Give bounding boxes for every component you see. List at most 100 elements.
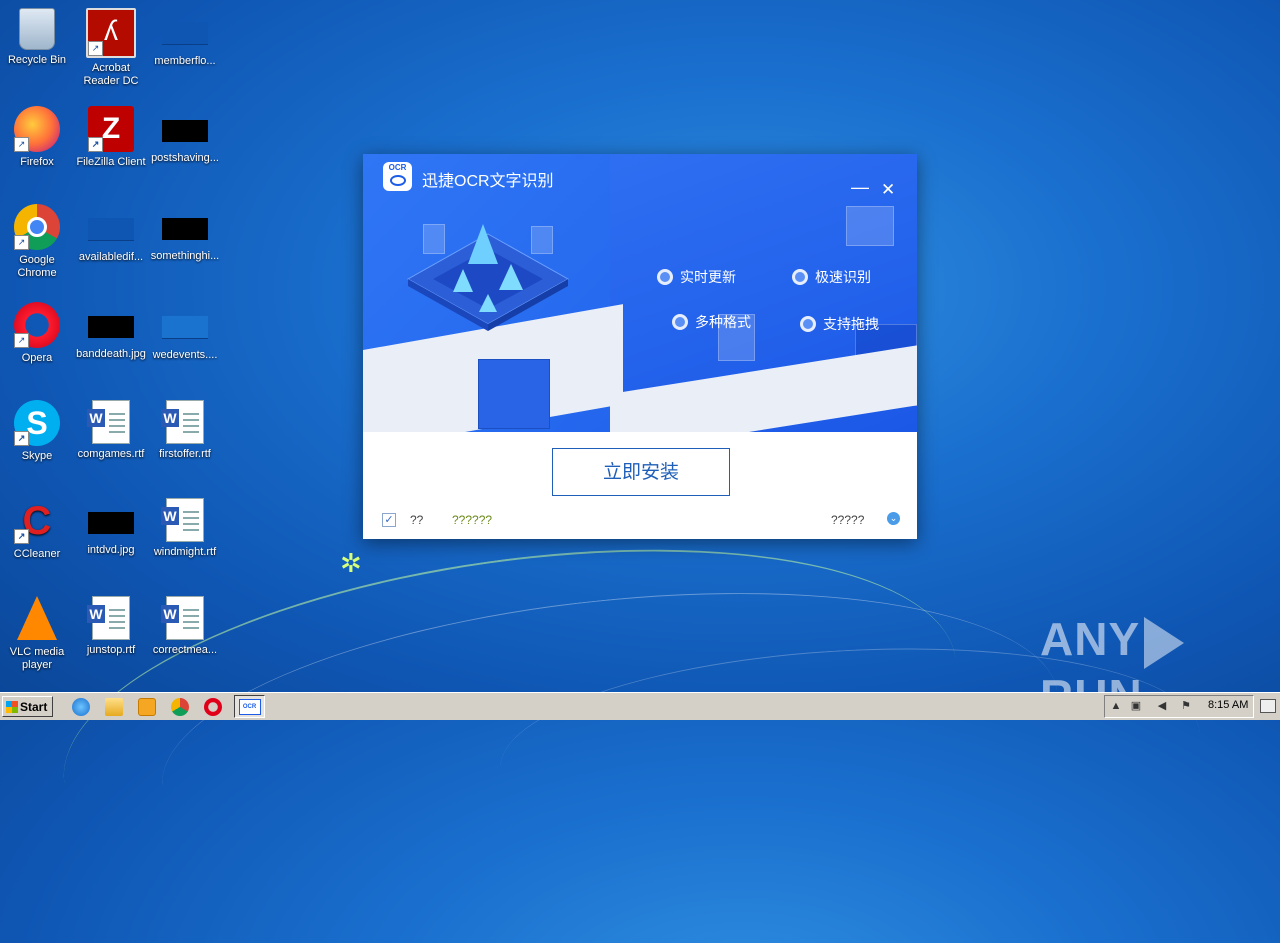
desktop-icon-label: Opera (21, 352, 53, 364)
shortcut-arrow-icon: ↗ (14, 333, 29, 348)
media-player-icon[interactable] (138, 698, 156, 716)
desktop-icon-correctmea[interactable]: W correctmea... (148, 596, 222, 657)
chrome-icon: ↗ (14, 204, 60, 250)
desktop-icon-wedevents[interactable]: wedevents.... (148, 302, 222, 362)
desktop-icon-memberflo[interactable]: memberflo... (148, 8, 222, 68)
network-icon[interactable]: ▣ (1129, 699, 1143, 713)
desktop-icon-label: Recycle Bin (7, 54, 67, 66)
agree-label: ?? (410, 513, 424, 527)
gear-icon (792, 269, 808, 285)
filezilla-icon: Z ↗ (88, 106, 134, 152)
desktop-icon-label: FileZilla Client (76, 156, 146, 168)
desktop-icon-intdvd[interactable]: intdvd.jpg (74, 498, 148, 557)
feature-label: 实时更新 (680, 269, 736, 285)
desktop-icon-postshaving[interactable]: postshaving... (148, 106, 222, 165)
desktop-icon-comgames[interactable]: W comgames.rtf (74, 400, 148, 461)
internet-explorer-icon[interactable] (72, 698, 90, 716)
installer-banner: OCR 迅捷OCR文字识别 — ✕ 实时更新 极速识别 多种格式 支持拖拽 (363, 154, 917, 432)
custom-install-label[interactable]: ????? (831, 513, 864, 527)
ccleaner-icon: C ↗ (14, 498, 60, 544)
acrobat-icon: ʎ ↗ (86, 8, 136, 58)
file-thumbnail-icon (88, 218, 134, 241)
desktop-icon-label: firstoffer.rtf (159, 448, 211, 460)
desktop-icon-chrome[interactable]: ↗ Google Chrome (0, 204, 74, 280)
desktop-icon-label: intdvd.jpg (87, 544, 135, 556)
window-title: 迅捷OCR文字识别 (422, 173, 554, 190)
desktop-icon-label: windmight.rtf (153, 546, 217, 558)
action-center-flag-icon[interactable]: ⚑ (1179, 699, 1193, 713)
expand-options-icon[interactable]: ⌄ (887, 512, 900, 525)
word-document-icon: W (87, 400, 130, 444)
feature-drag-drop: 支持拖拽 (800, 314, 879, 334)
wallpaper-logo-icon: ✲ (340, 548, 362, 578)
feature-realtime-update: 实时更新 (657, 267, 736, 287)
start-button[interactable]: Start (2, 696, 53, 717)
shortcut-arrow-icon: ↗ (14, 235, 29, 250)
desktop-icon-availabledif[interactable]: availabledif... (74, 204, 148, 264)
desktop-icon-firefox[interactable]: ↗ Firefox (0, 106, 74, 169)
desktop-icon-firstoffer[interactable]: W firstoffer.rtf (148, 400, 222, 461)
word-document-icon: W (161, 498, 204, 542)
desktop-icon-windmight[interactable]: W windmight.rtf (148, 498, 222, 559)
isometric-illustration (406, 224, 570, 331)
play-icon (1144, 616, 1185, 669)
feature-label: 多种格式 (695, 314, 751, 330)
agreement-link[interactable]: ?????? (452, 513, 492, 527)
word-document-icon: W (161, 400, 204, 444)
shortcut-arrow-icon: ↗ (88, 137, 103, 152)
install-now-button[interactable]: 立即安装 (552, 448, 730, 496)
ocr-taskbar-icon: OCR (238, 699, 261, 715)
feature-fast-recognition: 极速识别 (792, 267, 871, 287)
opera-taskbar-icon[interactable] (204, 698, 222, 716)
agree-checkbox[interactable]: ✓ (382, 513, 396, 527)
vlc-icon (17, 596, 57, 640)
gear-icon (800, 316, 816, 332)
start-label: Start (20, 700, 48, 714)
watermark-left: ANY (1040, 613, 1141, 665)
desktop-icon-filezilla[interactable]: Z ↗ FileZilla Client (74, 106, 148, 169)
chrome-taskbar-icon[interactable] (171, 698, 189, 716)
taskbar: Start OCR ▲ ▣ ◀ ⚑ 8:15 AM (0, 692, 1280, 720)
taskbar-clock[interactable]: 8:15 AM (1208, 699, 1248, 711)
desktop-icon-somethinghi[interactable]: somethinghi... (148, 204, 222, 263)
wallpaper-streak (147, 553, 1073, 928)
desktop-icon-acrobat[interactable]: ʎ ↗ Acrobat Reader DC (74, 8, 148, 88)
shortcut-arrow-icon: ↗ (14, 137, 29, 152)
app-logo-text: OCR (388, 163, 407, 172)
close-button[interactable]: ✕ (881, 181, 895, 199)
desktop-icon-label: somethinghi... (150, 250, 220, 262)
desktop-icon-opera[interactable]: ↗ Opera (0, 302, 74, 365)
desktop-icon-label: Firefox (20, 156, 54, 168)
file-thumbnail-icon (162, 120, 208, 142)
show-hidden-icons-icon[interactable]: ▲ (1109, 699, 1123, 713)
desktop-icon-label: memberflo... (154, 55, 216, 67)
desktop-icon-recycle-bin[interactable]: Recycle Bin (0, 8, 74, 67)
word-document-icon: W (87, 596, 130, 640)
desktop-icon-label: postshaving... (151, 152, 219, 164)
taskbar-ocr-installer[interactable]: OCR (234, 695, 265, 718)
minimize-button[interactable]: — (851, 178, 869, 196)
decor-cube (846, 206, 894, 246)
desktop-icon-skype[interactable]: S ↗ Skype (0, 400, 74, 463)
shortcut-arrow-icon: ↗ (14, 431, 29, 446)
desktop-icon-label: Acrobat Reader DC (83, 62, 139, 87)
desktop-icon-label: Skype (21, 450, 53, 462)
desktop-icon-banddeath[interactable]: banddeath.jpg (74, 302, 148, 361)
desktop-icon-label: Google Chrome (17, 254, 57, 279)
desktop-icon-junstop[interactable]: W junstop.rtf (74, 596, 148, 657)
firefox-icon: ↗ (14, 106, 60, 152)
gear-icon (672, 314, 688, 330)
desktop-icon-vlc[interactable]: VLC media player (0, 596, 74, 672)
file-explorer-icon[interactable] (105, 698, 123, 716)
desktop-icon-label: banddeath.jpg (76, 348, 146, 360)
wallpaper-streak (41, 498, 979, 943)
image-file-icon (88, 512, 134, 534)
desktop-icon-label: junstop.rtf (86, 644, 136, 656)
desktop-icon-ccleaner[interactable]: C ↗ CCleaner (0, 498, 74, 561)
word-document-icon: W (161, 596, 204, 640)
opera-icon: ↗ (14, 302, 60, 348)
shortcut-arrow-icon: ↗ (88, 41, 103, 56)
feature-multiple-formats: 多种格式 (672, 312, 751, 332)
show-desktop-button[interactable] (1260, 699, 1276, 713)
volume-icon[interactable]: ◀ (1155, 699, 1169, 713)
